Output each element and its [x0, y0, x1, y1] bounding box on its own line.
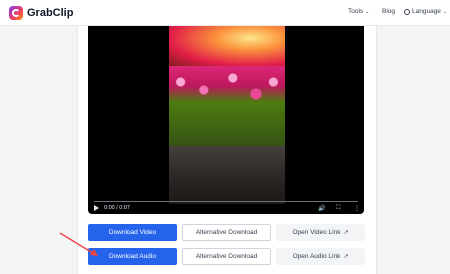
annotation-arrow-icon: [59, 232, 98, 256]
